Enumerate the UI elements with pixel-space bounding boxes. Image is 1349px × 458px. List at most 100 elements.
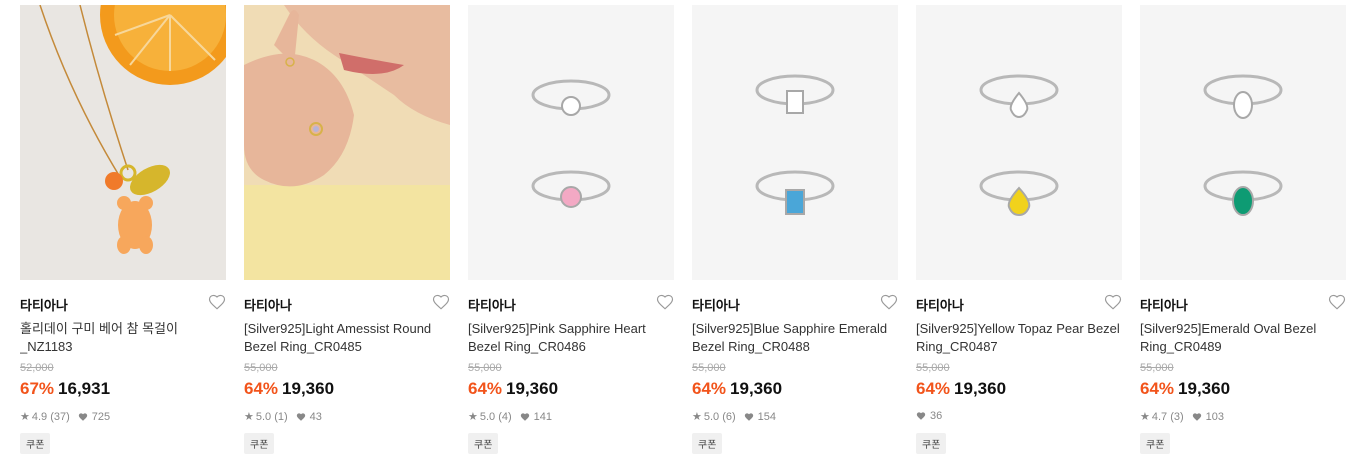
- rating: 5.0 (1): [255, 410, 288, 423]
- heart-icon: [1192, 412, 1201, 421]
- product-name[interactable]: [Silver925]Yellow Topaz Pear Bezel Ring_…: [916, 320, 1122, 356]
- necklace-photo: [20, 5, 226, 280]
- ring-photo: [1140, 5, 1346, 280]
- product-stats: ★ 4.9 (37) 725: [20, 410, 110, 424]
- ring-photo: [916, 5, 1122, 280]
- likes-value: 725: [91, 410, 111, 423]
- likes-value: 36: [930, 410, 943, 422]
- like-count: 725: [78, 411, 110, 423]
- heart-icon: [916, 412, 926, 420]
- discount-rate: 64%: [916, 379, 951, 398]
- product-image[interactable]: [244, 5, 450, 280]
- star-icon: ★: [1140, 411, 1150, 423]
- product-name[interactable]: 홀리데이 구미 베어 참 목걸이 _NZ1183: [20, 320, 226, 356]
- brand-name[interactable]: 타티아나: [916, 295, 964, 314]
- like-count: 36: [916, 410, 942, 422]
- price-row: 67% 16,931: [20, 379, 110, 399]
- product-image[interactable]: [1140, 5, 1346, 280]
- wishlist-heart-icon[interactable]: [880, 293, 898, 311]
- product-card[interactable]: 타티아나 홀리데이 구미 베어 참 목걸이 _NZ1183 52,000 67%…: [20, 5, 226, 458]
- product-stats: ★ 4.7 (3) 103: [1140, 410, 1224, 424]
- star-icon: ★: [244, 411, 254, 423]
- original-price: 55,000: [1140, 362, 1174, 374]
- product-grid: 타티아나 홀리데이 구미 베어 참 목걸이 _NZ1183 52,000 67%…: [0, 0, 1349, 458]
- rating: 4.9 (37): [31, 410, 70, 423]
- brand-name[interactable]: 타티아나: [692, 295, 740, 314]
- star-icon: ★: [468, 411, 478, 423]
- likes-value: 141: [533, 410, 553, 423]
- price-row: 64% 19,360: [916, 379, 1006, 399]
- brand-name[interactable]: 타티아나: [1140, 295, 1188, 314]
- rating: 5.0 (4): [479, 410, 512, 423]
- original-price: 52,000: [20, 362, 54, 374]
- price-row: 64% 19,360: [692, 379, 782, 399]
- discount-rate: 64%: [244, 379, 279, 398]
- price-row: 64% 19,360: [468, 379, 558, 399]
- discount-rate: 67%: [20, 379, 55, 398]
- rating: 4.7 (3): [1151, 410, 1184, 423]
- wishlist-heart-icon[interactable]: [432, 293, 450, 311]
- ring-photo: [692, 5, 898, 280]
- product-name[interactable]: [Silver925]Emerald Oval Bezel Ring_CR048…: [1140, 320, 1346, 356]
- like-count: 154: [744, 411, 776, 423]
- likes-value: 154: [757, 410, 777, 423]
- product-card[interactable]: 타티아나 [Silver925]Blue Sapphire Emerald Be…: [692, 5, 898, 458]
- coupon-badge: 쿠폰: [20, 433, 51, 454]
- star-icon: ★: [692, 411, 702, 423]
- heart-icon: [296, 412, 305, 421]
- discount-rate: 64%: [468, 379, 503, 398]
- likes-value: 43: [309, 410, 322, 423]
- product-card[interactable]: 타티아나 [Silver925]Emerald Oval Bezel Ring_…: [1140, 5, 1346, 458]
- coupon-badge: 쿠폰: [916, 433, 947, 454]
- product-stats: 36: [916, 410, 942, 422]
- product-name[interactable]: [Silver925]Light Amessist Round Bezel Ri…: [244, 320, 450, 356]
- wishlist-heart-icon[interactable]: [1328, 293, 1346, 311]
- like-count: 43: [296, 411, 322, 423]
- coupon-badge: 쿠폰: [468, 433, 499, 454]
- coupon-badge: 쿠폰: [1140, 433, 1171, 454]
- heart-icon: [744, 412, 753, 421]
- product-stats: ★ 5.0 (4) 141: [468, 410, 552, 424]
- likes-value: 103: [1205, 410, 1225, 423]
- product-image[interactable]: [468, 5, 674, 280]
- original-price: 55,000: [244, 362, 278, 374]
- product-stats: ★ 5.0 (6) 154: [692, 410, 776, 424]
- price-row: 64% 19,360: [1140, 379, 1230, 399]
- discount-rate: 64%: [692, 379, 727, 398]
- product-image[interactable]: [20, 5, 226, 280]
- product-card[interactable]: 타티아나 [Silver925]Light Amessist Round Bez…: [244, 5, 450, 458]
- sale-price: 19,360: [730, 379, 783, 398]
- wishlist-heart-icon[interactable]: [208, 293, 226, 311]
- heart-icon: [520, 412, 529, 421]
- product-card[interactable]: 타티아나 [Silver925]Yellow Topaz Pear Bezel …: [916, 5, 1122, 458]
- like-count: 103: [1192, 411, 1224, 423]
- ring-photo: [468, 5, 674, 280]
- wishlist-heart-icon[interactable]: [1104, 293, 1122, 311]
- product-stats: ★ 5.0 (1) 43: [244, 410, 322, 424]
- like-count: 141: [520, 411, 552, 423]
- product-image[interactable]: [916, 5, 1122, 280]
- original-price: 55,000: [692, 362, 726, 374]
- model-hand-photo: [244, 5, 450, 280]
- brand-name[interactable]: 타티아나: [244, 295, 292, 314]
- brand-name[interactable]: 타티아나: [20, 295, 68, 314]
- coupon-badge: 쿠폰: [244, 433, 275, 454]
- coupon-badge: 쿠폰: [692, 433, 723, 454]
- rating: 5.0 (6): [703, 410, 736, 423]
- product-name[interactable]: [Silver925]Pink Sapphire Heart Bezel Rin…: [468, 320, 674, 356]
- sale-price: 19,360: [282, 379, 335, 398]
- sale-price: 16,931: [58, 379, 111, 398]
- brand-name[interactable]: 타티아나: [468, 295, 516, 314]
- price-row: 64% 19,360: [244, 379, 334, 399]
- heart-icon: [78, 412, 87, 421]
- original-price: 55,000: [916, 362, 950, 374]
- product-name[interactable]: [Silver925]Blue Sapphire Emerald Bezel R…: [692, 320, 898, 356]
- sale-price: 19,360: [1178, 379, 1231, 398]
- star-icon: ★: [20, 411, 30, 423]
- product-image[interactable]: [692, 5, 898, 280]
- sale-price: 19,360: [506, 379, 559, 398]
- discount-rate: 64%: [1140, 379, 1175, 398]
- sale-price: 19,360: [954, 379, 1007, 398]
- product-card[interactable]: 타티아나 [Silver925]Pink Sapphire Heart Beze…: [468, 5, 674, 458]
- wishlist-heart-icon[interactable]: [656, 293, 674, 311]
